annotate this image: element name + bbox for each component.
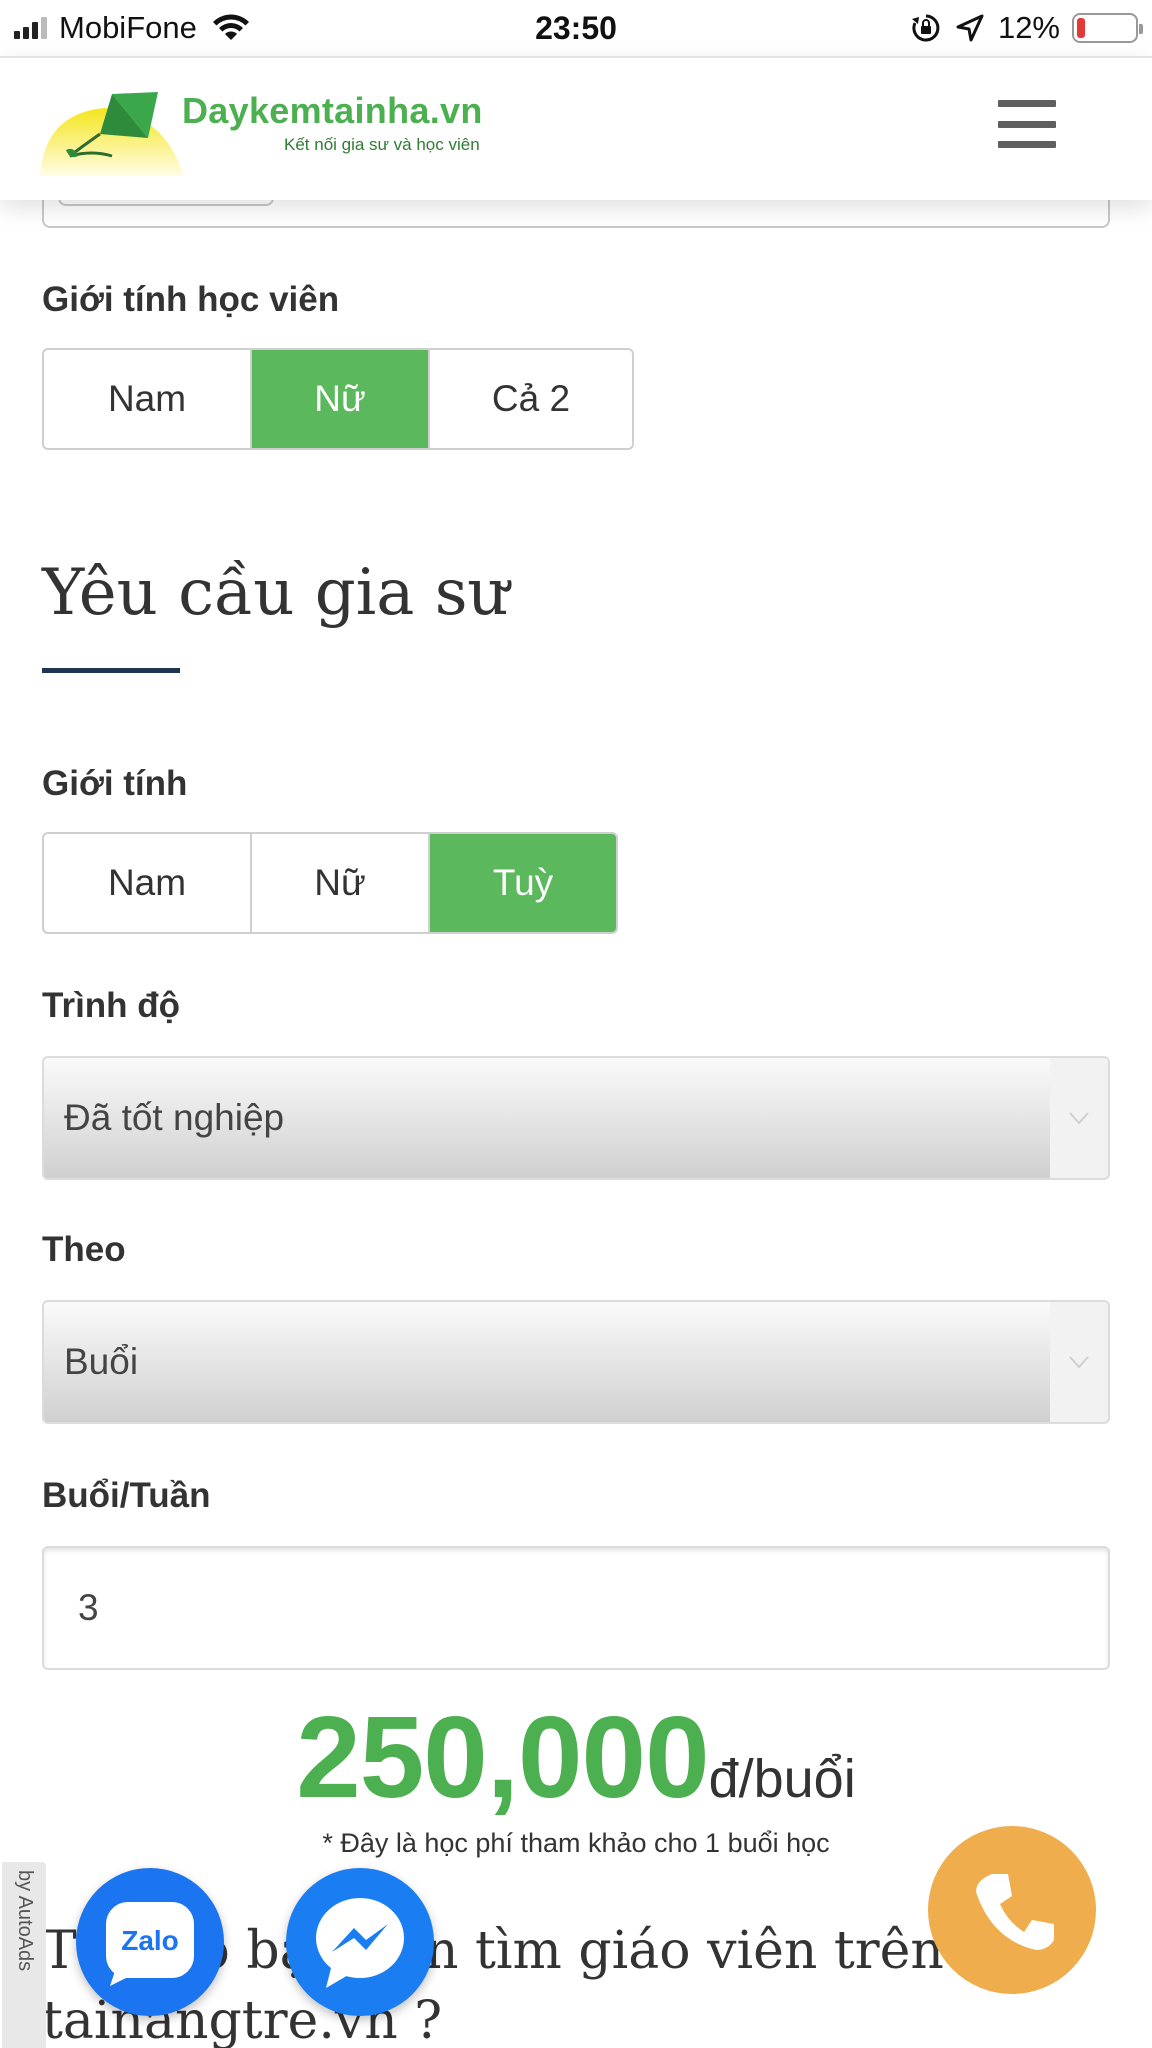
student-gender-selector: Nam Nữ Cả 2 xyxy=(42,348,634,450)
section-title-underline xyxy=(42,668,180,673)
site-header: Daykemtainha.vn Kết nối gia sư và học vi… xyxy=(0,56,1152,200)
tutor-gender-label: Giới tính xyxy=(42,764,188,803)
tutor-gender-option-nam[interactable]: Nam xyxy=(44,834,252,932)
autoads-tab[interactable]: by AutoAds xyxy=(2,1862,46,2048)
zalo-chat-button[interactable]: Zalo xyxy=(76,1868,224,2016)
chevron-down-icon xyxy=(1050,1058,1108,1178)
student-gender-option-nam[interactable]: Nam xyxy=(44,350,252,448)
hamburger-menu-icon[interactable] xyxy=(998,100,1056,148)
student-gender-option-ca-2[interactable]: Cả 2 xyxy=(430,350,632,448)
sessions-per-week-label: Buổi/Tuần xyxy=(42,1476,211,1515)
tutor-gender-option-tuy[interactable]: Tuỳ xyxy=(430,834,616,932)
by-select[interactable]: Buổi xyxy=(42,1300,1110,1424)
price-display: 250,000đ/buổi xyxy=(0,1690,1152,1824)
price-unit: đ/buổi xyxy=(708,1749,856,1809)
level-select[interactable]: Đã tốt nghiệp xyxy=(42,1056,1110,1180)
by-select-value: Buổi xyxy=(64,1341,139,1382)
zalo-icon: Zalo xyxy=(106,1902,194,1986)
sessions-per-week-field[interactable] xyxy=(42,1546,1110,1670)
chevron-down-icon xyxy=(1050,1302,1108,1422)
sessions-per-week-input[interactable] xyxy=(78,1548,1078,1668)
battery-percent: 12% xyxy=(997,10,1060,45)
level-label: Trình độ xyxy=(42,986,181,1025)
section-title: Yêu cầu gia sư xyxy=(42,556,509,630)
call-button[interactable] xyxy=(928,1826,1096,1994)
price-amount: 250,000 xyxy=(296,1692,709,1822)
tutor-gender-option-nu[interactable]: Nữ xyxy=(252,834,430,932)
status-right: 12% xyxy=(910,8,1143,48)
by-label: Theo xyxy=(42,1230,126,1269)
student-gender-label: Giới tính học viên xyxy=(42,280,340,319)
zalo-label: Zalo xyxy=(121,1925,179,1956)
tutor-gender-selector: Nam Nữ Tuỳ xyxy=(42,832,618,934)
logo-name[interactable]: Daykemtainha.vn xyxy=(182,90,483,132)
student-gender-option-nu[interactable]: Nữ xyxy=(252,350,430,448)
logo-tagline: Kết nối gia sư và học viên xyxy=(284,135,480,154)
autoads-label: by AutoAds xyxy=(14,1870,36,1972)
messenger-chat-button[interactable] xyxy=(286,1868,434,2016)
battery-icon xyxy=(1072,13,1143,43)
kite-logo-icon[interactable] xyxy=(40,90,184,176)
status-bar: MobiFone 23:50 12% xyxy=(0,0,1152,56)
phone-icon xyxy=(976,1874,1054,1950)
location-arrow-icon xyxy=(956,14,984,42)
orientation-lock-icon xyxy=(911,14,940,42)
messenger-icon xyxy=(316,1898,404,1988)
level-select-value: Đã tốt nghiệp xyxy=(64,1097,285,1138)
